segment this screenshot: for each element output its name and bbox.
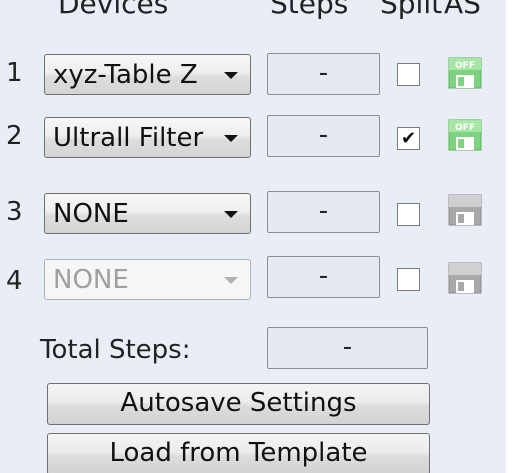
button-label: Load from Template [109,438,368,468]
header-as: AS [444,0,481,20]
steps-value: - [318,261,329,291]
chevron-down-icon [224,211,238,218]
total-steps-label: Total Steps: [40,335,191,365]
device-panel: Devices Steps Split AS 1 xyz-Table Z - O… [0,0,506,473]
steps-field-1[interactable]: - [267,53,380,95]
header-split: Split [380,0,443,20]
device-select-value: NONE [53,199,129,229]
steps-value: - [318,58,329,88]
svg-text:OFF: OFF [455,123,475,133]
split-checkbox-3[interactable] [397,203,420,226]
chevron-down-icon [224,277,238,284]
row-number: 4 [6,266,23,296]
device-select-2[interactable]: Ultrall Filter [44,117,251,158]
chevron-down-icon [224,72,238,79]
svg-text:OFF: OFF [455,61,475,71]
autosave-off-green-icon[interactable]: OFF [448,55,482,89]
row-number: 1 [6,58,23,88]
split-checkbox-4[interactable] [397,268,420,291]
total-steps-value: - [342,332,353,362]
device-select-4[interactable]: NONE [44,259,251,300]
device-select-value: Ultrall Filter [53,123,204,153]
header-steps: Steps [270,0,349,20]
checkmark-icon: ✔ [400,128,417,149]
row-number: 3 [6,197,23,227]
steps-value: - [318,196,329,226]
autosave-settings-button[interactable]: Autosave Settings [47,383,430,425]
autosave-off-green-icon[interactable]: OFF [448,117,482,151]
device-select-value: xyz-Table Z [53,60,198,90]
device-select-3[interactable]: NONE [44,193,251,234]
device-select-value: NONE [53,265,129,295]
steps-field-3[interactable]: - [267,191,380,233]
device-select-1[interactable]: xyz-Table Z [44,54,251,95]
chevron-down-icon [224,135,238,142]
steps-value: - [318,120,329,150]
autosave-disabled-gray-icon[interactable] [448,192,482,226]
split-checkbox-1[interactable] [397,63,420,86]
steps-field-2[interactable]: - [267,115,380,157]
load-from-template-button[interactable]: Load from Template [47,433,430,473]
total-steps-field[interactable]: - [267,327,428,369]
row-number: 2 [6,121,23,151]
split-checkbox-2[interactable]: ✔ [397,127,420,150]
button-label: Autosave Settings [120,388,357,418]
autosave-disabled-gray-icon[interactable] [448,260,482,294]
steps-field-4[interactable]: - [267,256,380,298]
header-devices: Devices [58,0,169,20]
